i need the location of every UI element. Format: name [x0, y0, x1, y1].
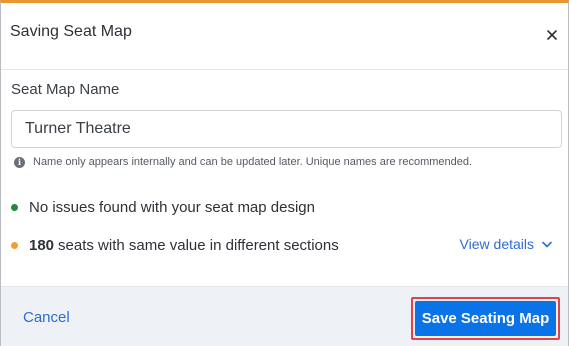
save-seating-map-button[interactable]: Save Seating Map: [415, 301, 556, 336]
status-ok-row: No issues found with your seat map desig…: [11, 199, 315, 216]
cancel-button[interactable]: Cancel: [23, 309, 70, 326]
warning-text: seats with same value in different secti…: [58, 237, 339, 254]
helper-text: Name only appears internally and can be …: [33, 156, 473, 168]
chevron-down-icon: [542, 241, 552, 247]
dialog-footer: Cancel Save Seating Map: [1, 286, 568, 346]
view-details-label: View details: [459, 236, 534, 252]
seat-map-name-input[interactable]: [11, 110, 562, 148]
status-warning-dot: [11, 242, 18, 249]
warning-count: 180: [29, 237, 55, 254]
dialog-title: Saving Seat Map: [10, 23, 132, 40]
save-seat-map-dialog: Saving Seat Map Seat Map Name i Name onl…: [0, 0, 569, 346]
dialog-header: Saving Seat Map: [1, 3, 568, 70]
view-details-link[interactable]: View details: [460, 236, 552, 252]
seat-map-name-label: Seat Map Name: [11, 81, 120, 98]
close-icon: [547, 30, 557, 40]
close-button[interactable]: [544, 27, 560, 43]
status-warning-row: 180 seats with same value in different s…: [11, 237, 339, 254]
info-icon: i: [14, 156, 25, 168]
save-button-highlight: Save Seating Map: [411, 297, 560, 340]
status-ok-dot: [11, 204, 18, 211]
helper-text-row: i Name only appears internally and can b…: [14, 156, 472, 168]
status-ok-text: No issues found with your seat map desig…: [29, 199, 315, 216]
